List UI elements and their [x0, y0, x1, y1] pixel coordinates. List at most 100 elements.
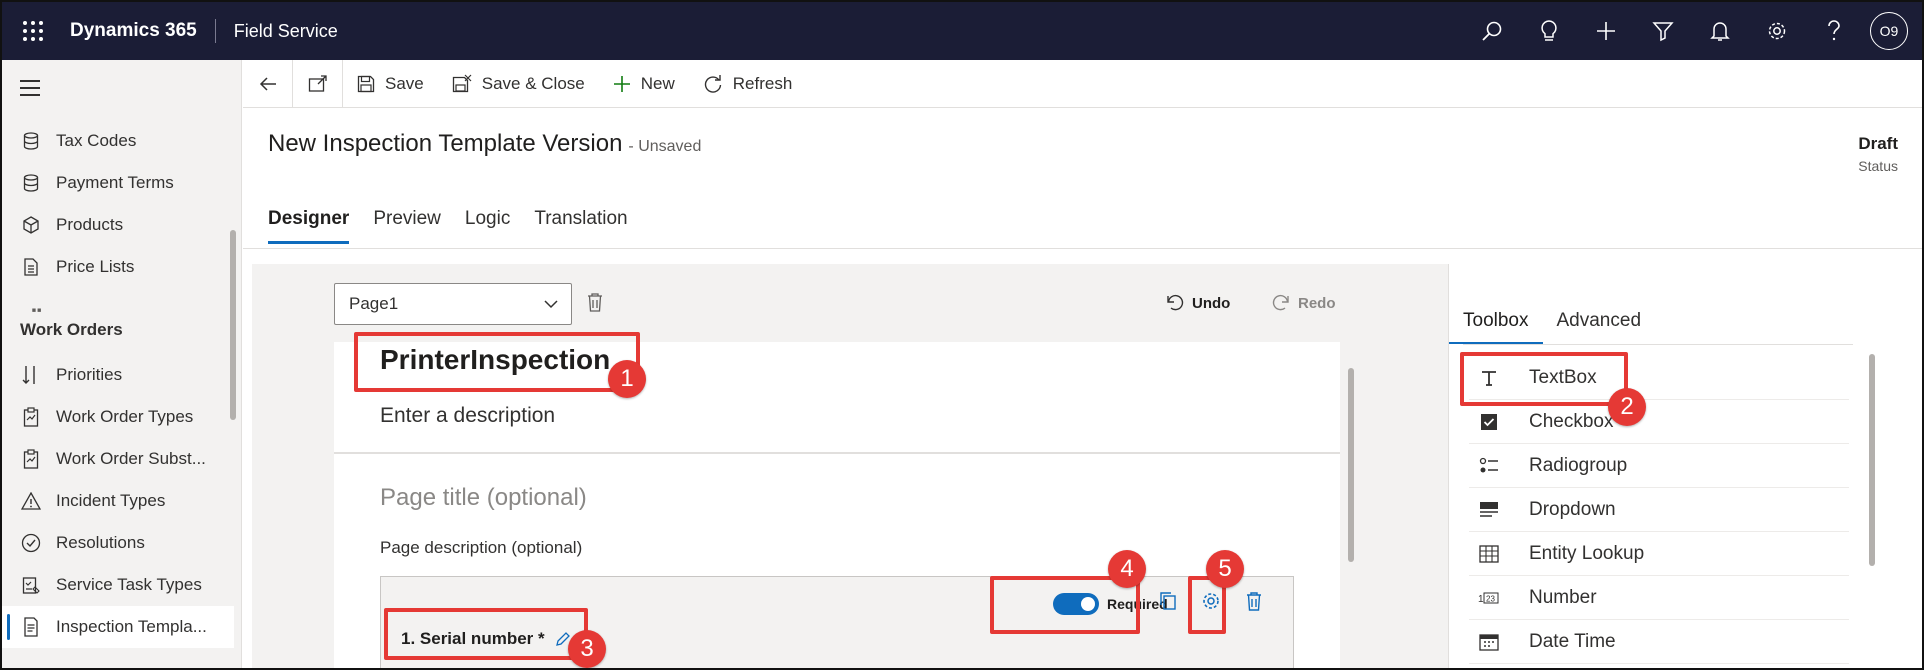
toolbox-scrollbar[interactable]	[1869, 354, 1875, 566]
new-button[interactable]: New	[613, 74, 675, 94]
drag-handle-icon[interactable]: ⠒	[30, 302, 43, 323]
toolbox-item-label: Entity Lookup	[1529, 542, 1645, 564]
warning-icon	[20, 490, 42, 512]
toolbox-item-number[interactable]: 1 23 Number	[1469, 576, 1849, 620]
sidebar-item-priorities[interactable]: Priorities	[2, 354, 234, 396]
refresh-label: Refresh	[732, 73, 793, 93]
hamburger-menu-icon[interactable]	[20, 80, 40, 101]
refresh-button[interactable]: Refresh	[703, 73, 793, 94]
sidebar-item-label: Inspection Templa...	[56, 617, 207, 636]
toolbox-item-checkbox[interactable]: Checkbox	[1469, 400, 1849, 444]
save-button[interactable]: Save	[357, 74, 424, 94]
toolbox-item-radiogroup[interactable]: Radiogroup	[1469, 444, 1849, 488]
save-close-icon	[452, 74, 472, 92]
callout-badge-3: 3	[568, 630, 606, 668]
divider	[334, 452, 1340, 454]
sidebar-item-service-task-types[interactable]: Service Task Types	[2, 564, 234, 606]
copy-icon[interactable]	[1159, 591, 1177, 611]
tab-designer[interactable]: Designer	[268, 208, 350, 244]
sidebar-item-work-order-types[interactable]: Work Order Types	[2, 396, 234, 438]
sidebar-item-work-order-substatuses[interactable]: Work Order Subst...	[2, 438, 234, 480]
lookup-icon	[1477, 542, 1501, 566]
sidebar-item-tax-codes[interactable]: Tax Codes	[2, 120, 234, 162]
sidebar-item-inspection-templates[interactable]: Inspection Templa...	[2, 606, 234, 648]
sidebar-item-label: Work Order Types	[56, 407, 194, 426]
cube-icon	[20, 214, 42, 236]
toolbox-item-date-time[interactable]: Date Time	[1469, 620, 1849, 664]
callout-badge-4: 4	[1108, 550, 1146, 588]
page-title-input[interactable]: Page title (optional)	[380, 484, 587, 512]
top-navigation-bar: Dynamics 365 Field Service O9	[2, 2, 1922, 60]
toolbox-item-label: Radiogroup	[1529, 454, 1628, 476]
toolbox-item-label: Checkbox	[1529, 410, 1614, 432]
sidebar-item-label: Products	[56, 215, 124, 234]
form-scrollbar[interactable]	[1348, 368, 1354, 562]
document-icon	[20, 256, 42, 278]
record-tabs: Designer Preview Logic Translation	[268, 208, 628, 244]
page-description-input[interactable]: Page description (optional)	[380, 538, 582, 558]
delete-page-icon[interactable]	[586, 292, 604, 312]
toolbox-panel: Toolbox Advanced TextBox Checkbox Radiog…	[1448, 264, 1886, 668]
redo-button[interactable]: Redo	[1272, 294, 1336, 312]
search-icon[interactable]	[1463, 2, 1520, 60]
checkbox-icon	[1477, 410, 1501, 434]
page-dropdown[interactable]: Page1	[334, 283, 572, 325]
sidebar-item-price-lists[interactable]: Price Lists	[2, 246, 234, 288]
undo-icon	[1167, 294, 1184, 311]
avatar[interactable]: O9	[1870, 12, 1908, 50]
task-icon	[20, 574, 42, 596]
toolbox-item-dropdown[interactable]: Dropdown	[1469, 488, 1849, 532]
app-launcher-icon[interactable]	[20, 18, 46, 44]
tab-translation[interactable]: Translation	[534, 208, 627, 244]
command-bar: Save Save & Close New Refresh	[243, 59, 1922, 108]
sidebar-item-resolutions[interactable]: Resolutions	[2, 522, 234, 564]
clipboard-icon	[20, 448, 42, 470]
sidebar-item-label: Incident Types	[56, 491, 166, 510]
number-icon: 1 23	[1477, 586, 1501, 610]
divider	[1463, 344, 1853, 345]
sidebar-item-label: Price Lists	[56, 257, 135, 276]
sidebar-item-payment-terms[interactable]: Payment Terms	[2, 162, 234, 204]
app-window: Dynamics 365 Field Service O9 Tax Codes …	[0, 0, 1924, 670]
svg-text:1: 1	[1478, 594, 1484, 605]
app-name[interactable]: Field Service	[234, 21, 338, 42]
tab-toolbox[interactable]: Toolbox	[1449, 310, 1542, 344]
back-arrow-icon	[259, 76, 276, 91]
sidebar-scrollbar[interactable]	[230, 230, 236, 420]
page-title: New Inspection Template Version	[268, 130, 623, 157]
bell-icon[interactable]	[1691, 2, 1748, 60]
tab-preview[interactable]: Preview	[373, 208, 441, 244]
chevron-down-icon	[544, 300, 558, 309]
plus-icon	[613, 75, 630, 92]
save-and-close-button[interactable]: Save & Close	[452, 74, 585, 94]
filter-icon[interactable]	[1634, 2, 1691, 60]
open-in-new-window-button[interactable]	[293, 59, 343, 108]
trash-icon[interactable]	[1245, 591, 1263, 611]
form-description[interactable]: Enter a description	[380, 404, 555, 428]
tab-logic[interactable]: Logic	[465, 208, 510, 244]
sidebar-item-label: Priorities	[56, 365, 123, 384]
callout-badge-1: 1	[608, 360, 646, 398]
sidebar: Tax Codes Payment Terms Products Price L…	[2, 60, 242, 668]
redo-icon	[1272, 294, 1289, 311]
redo-label: Redo	[1298, 294, 1336, 312]
help-icon[interactable]	[1805, 2, 1862, 60]
toolbox-item-label: Dropdown	[1529, 498, 1616, 520]
brand-name[interactable]: Dynamics 365	[70, 20, 197, 42]
plus-icon[interactable]	[1577, 2, 1634, 60]
radiogroup-icon	[1477, 454, 1501, 478]
toolbox-item-label: Date Time	[1529, 630, 1616, 652]
back-button[interactable]	[243, 59, 293, 108]
sidebar-section-heading: Work Orders	[20, 320, 123, 339]
callout-highlight-question	[384, 608, 588, 660]
callout-badge-2: 2	[1608, 388, 1646, 426]
toolbox-item-entity-lookup[interactable]: Entity Lookup	[1469, 532, 1849, 576]
tab-advanced[interactable]: Advanced	[1557, 310, 1642, 344]
gear-icon[interactable]	[1748, 2, 1805, 60]
database-icon	[20, 130, 42, 152]
sidebar-item-incident-types[interactable]: Incident Types	[2, 480, 234, 522]
unsaved-indicator: - Unsaved	[628, 138, 702, 155]
undo-button[interactable]: Undo	[1166, 294, 1230, 312]
lightbulb-icon[interactable]	[1520, 2, 1577, 60]
sidebar-item-products[interactable]: Products	[2, 204, 234, 246]
